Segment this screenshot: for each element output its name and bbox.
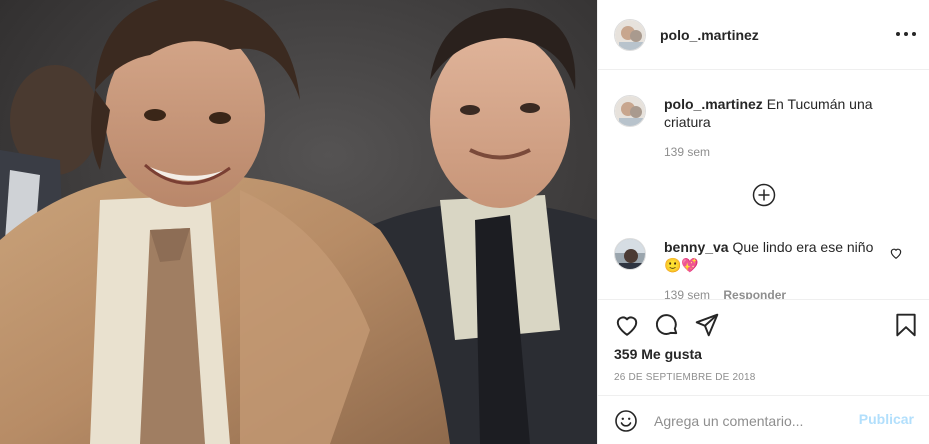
more-options-icon[interactable] (896, 26, 916, 42)
publish-button[interactable]: Publicar (859, 411, 914, 427)
comment-text-block: benny_va Que lindo era ese niño 🙂💖 (664, 238, 884, 274)
author-avatar[interactable] (614, 18, 646, 51)
avatar-image (615, 96, 645, 126)
like-comment-heart-icon[interactable] (889, 246, 903, 260)
caption-time[interactable]: 139 sem (664, 145, 710, 159)
comment-time[interactable]: 139 sem (664, 288, 710, 299)
photo-illustration (0, 0, 597, 444)
comments-section: polo_.martinez En Tucumán una criatura 1… (598, 71, 929, 299)
comment-meta: 139 sem Responder (664, 288, 786, 299)
caption-username[interactable]: polo_.martinez (664, 96, 763, 112)
heart-icon[interactable] (614, 312, 640, 338)
author-username[interactable]: polo_.martinez (660, 27, 759, 43)
post-date[interactable]: 26 DE SEPTIEMBRE DE 2018 (614, 372, 756, 383)
bookmark-icon[interactable] (893, 312, 919, 338)
post-actions: 359 Me gusta 26 DE SEPTIEMBRE DE 2018 Pu… (598, 299, 929, 444)
comment-icon[interactable] (654, 312, 680, 338)
commenter-username[interactable]: benny_va (664, 239, 729, 255)
caption-text-block: polo_.martinez En Tucumán una criatura (664, 95, 884, 131)
share-icon[interactable] (694, 312, 720, 338)
reply-link[interactable]: Responder (723, 288, 786, 299)
post-side-panel: polo_.martinez polo_.martinez En Tucumán… (597, 0, 929, 444)
add-comment-bar: Publicar (598, 395, 929, 444)
comment-emoji: 🙂💖 (664, 257, 699, 273)
post-photo[interactable] (0, 0, 597, 444)
emoji-picker-icon[interactable] (614, 409, 638, 433)
avatar-image (615, 19, 645, 50)
likes-count[interactable]: 359 Me gusta (614, 346, 702, 362)
load-more-comments-icon[interactable] (752, 183, 776, 207)
comment-input[interactable] (654, 410, 854, 432)
comment-text: Que lindo era ese niño (732, 239, 874, 255)
avatar-image (615, 239, 645, 269)
post-header: polo_.martinez (598, 0, 929, 70)
commenter-avatar[interactable] (614, 238, 646, 270)
caption-avatar[interactable] (614, 95, 646, 127)
